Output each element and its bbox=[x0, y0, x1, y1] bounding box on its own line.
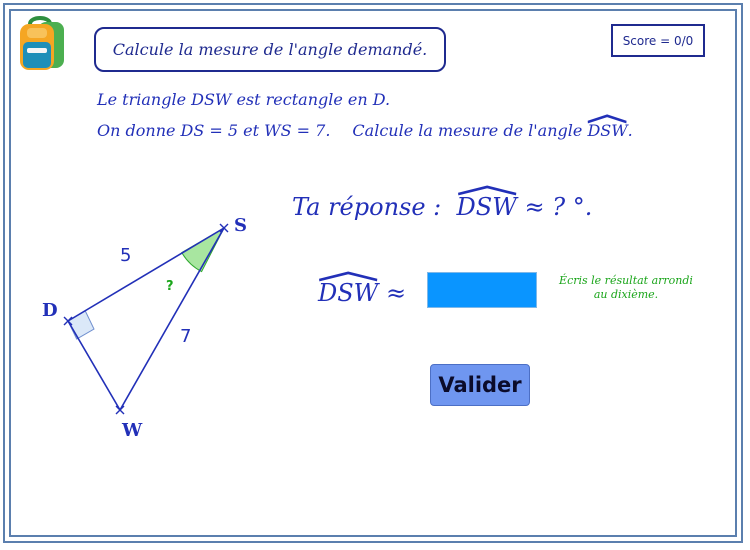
statement-task: Calcule la mesure de l'angle bbox=[352, 121, 583, 140]
side-ds-label: 5 bbox=[120, 245, 131, 266]
answer-title-angle: DSW bbox=[457, 185, 517, 221]
instruction-box: Calcule la mesure de l'angle demandé. bbox=[94, 27, 446, 72]
answer-title-suffix: ≈ ? °. bbox=[524, 193, 593, 221]
statement-period: . bbox=[627, 121, 633, 140]
vertex-d-label: D bbox=[42, 300, 58, 321]
answer-row: DSW ≈ bbox=[318, 271, 407, 307]
vertex-w-label: W bbox=[121, 420, 143, 441]
instruction-text: Calcule la mesure de l'angle demandé. bbox=[112, 40, 428, 59]
triangle-figure: D S W 5 7 ? bbox=[42, 215, 247, 441]
side-sw bbox=[119, 227, 225, 411]
statement-line-1: Le triangle DSW est rectangle en D. bbox=[97, 90, 391, 109]
statement-angle: DSW bbox=[587, 114, 628, 140]
hint-text: Écris le résultat arrondi au dixième. bbox=[559, 274, 693, 301]
answer-input[interactable] bbox=[427, 272, 537, 308]
angle-question-label: ? bbox=[166, 279, 174, 294]
validate-button[interactable]: Valider bbox=[430, 364, 530, 406]
backpack-icon bbox=[20, 16, 64, 70]
score-box: Score = 0/0 bbox=[611, 24, 705, 57]
answer-title-prefix: Ta réponse : bbox=[292, 193, 442, 221]
statement-line-2: On donne DS = 5 et WS = 7. Calcule la mes… bbox=[97, 114, 633, 140]
side-ds bbox=[67, 227, 225, 322]
score-text: Score = 0/0 bbox=[622, 33, 694, 48]
vertex-s-label: S bbox=[234, 215, 247, 236]
side-ws-label: 7 bbox=[180, 326, 191, 347]
statement-given: On donne DS = 5 et WS = 7. bbox=[97, 121, 331, 140]
answer-title: Ta réponse : DSW ≈ ? °. bbox=[292, 185, 593, 221]
answer-row-angle: DSW bbox=[318, 271, 378, 307]
approx-symbol: ≈ bbox=[386, 279, 407, 307]
side-dw bbox=[67, 320, 121, 411]
